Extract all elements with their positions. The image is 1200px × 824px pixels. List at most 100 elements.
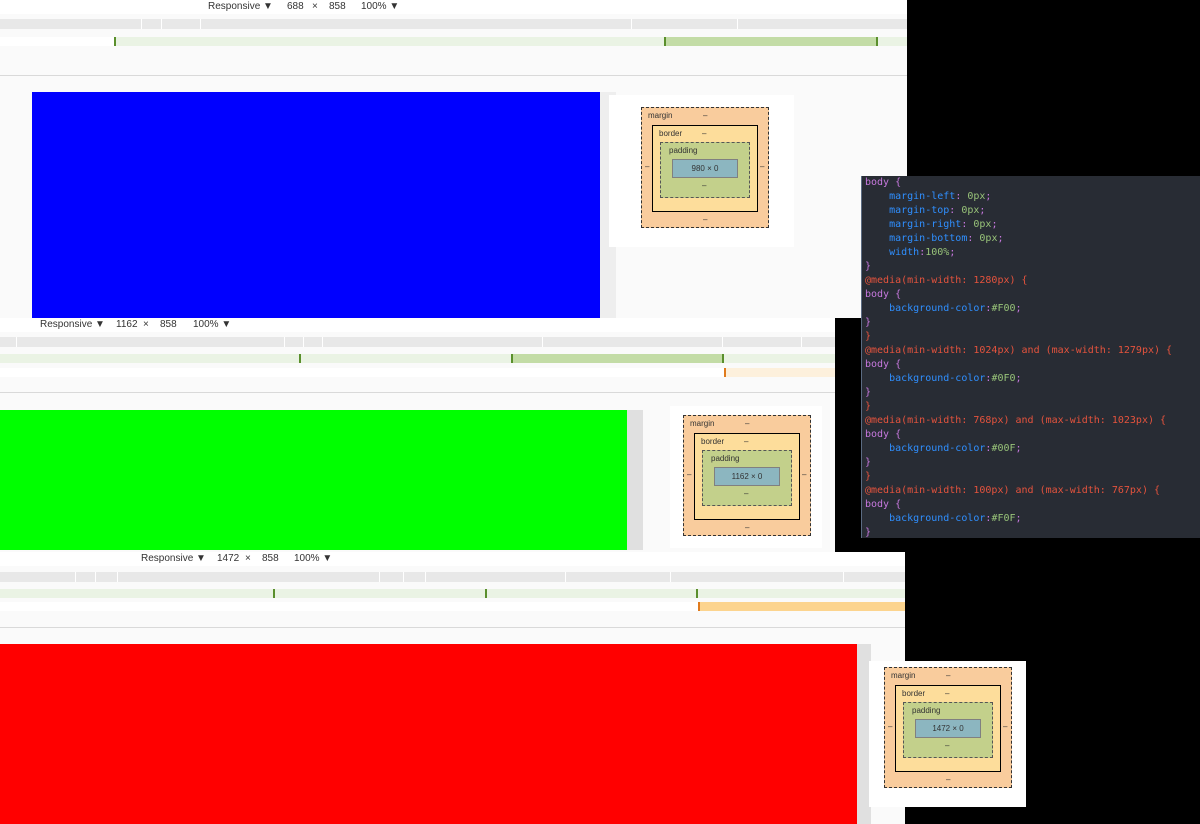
code-token: } bbox=[865, 471, 872, 482]
code-token: } bbox=[865, 401, 872, 412]
devtools-panel-3: Responsive ▼ 1472 × 858 100% ▼ bbox=[0, 552, 905, 824]
code-line: } bbox=[862, 400, 1200, 414]
code-token: #0F0 bbox=[991, 373, 1016, 384]
code-token: width bbox=[865, 247, 920, 258]
code-token: 100% bbox=[925, 247, 950, 258]
code-line: background-color:#0F0; bbox=[862, 372, 1200, 386]
code-line: body { bbox=[862, 428, 1200, 442]
code-line: @media(min-width: 100px) and (max-width:… bbox=[862, 484, 1200, 498]
code-token: : bbox=[967, 233, 980, 244]
device-toolbar: Responsive ▼ 1472 × 858 100% ▼ bbox=[0, 552, 905, 566]
code-token: { bbox=[889, 429, 902, 440]
media-query-bar-max[interactable] bbox=[0, 368, 835, 377]
code-token: { bbox=[889, 177, 902, 188]
code-line: @media(min-width: 1024px) and (max-width… bbox=[862, 344, 1200, 358]
code-token: ; bbox=[1015, 443, 1022, 454]
code-line: } bbox=[862, 316, 1200, 330]
code-token: @media(min-width: 1280px) { bbox=[865, 275, 1028, 286]
code-line: } bbox=[862, 386, 1200, 400]
code-token: : bbox=[949, 205, 962, 216]
viewport-width-input[interactable]: 688 bbox=[287, 1, 304, 12]
code-token: : bbox=[961, 219, 974, 230]
code-token: ; bbox=[997, 233, 1004, 244]
code-line: } bbox=[862, 456, 1200, 470]
code-token: margin-bottom bbox=[865, 233, 968, 244]
media-query-bar[interactable] bbox=[0, 37, 907, 46]
viewport-height-input[interactable]: 858 bbox=[262, 553, 279, 564]
code-token: } bbox=[865, 457, 872, 468]
code-token: 0px bbox=[973, 219, 992, 230]
code-line: } bbox=[862, 260, 1200, 274]
code-line: body { bbox=[862, 288, 1200, 302]
code-line: margin-left: 0px; bbox=[862, 190, 1200, 204]
code-token: @media(min-width: 100px) and (max-width:… bbox=[865, 485, 1161, 496]
code-token: } bbox=[865, 387, 872, 398]
code-token: ; bbox=[1015, 303, 1022, 314]
dimension-separator: × bbox=[143, 319, 149, 330]
code-token: body bbox=[865, 359, 890, 370]
zoom-dropdown[interactable]: 100% ▼ bbox=[193, 319, 231, 330]
viewport-height-input[interactable]: 858 bbox=[329, 1, 346, 12]
code-token: } bbox=[865, 317, 872, 328]
code-line: background-color:#F0F; bbox=[862, 512, 1200, 526]
ruler bbox=[0, 337, 835, 347]
code-token: { bbox=[889, 359, 902, 370]
code-token: ; bbox=[1015, 513, 1022, 524]
dropdown-icon: ▼ bbox=[221, 319, 232, 330]
devtools-panel-2: Responsive ▼ 1162 × 858 100% ▼ margin – … bbox=[0, 318, 835, 552]
zoom-dropdown[interactable]: 100% ▼ bbox=[294, 553, 332, 564]
viewport-width-input[interactable]: 1162 bbox=[116, 319, 138, 330]
code-token: #F0F bbox=[991, 513, 1016, 524]
code-token: ; bbox=[949, 247, 956, 258]
device-mode-dropdown[interactable]: Responsive ▼ bbox=[40, 319, 105, 330]
media-query-bar-max[interactable] bbox=[0, 602, 905, 611]
viewport-red bbox=[0, 644, 857, 824]
code-token: body bbox=[865, 499, 890, 510]
code-line: @media(min-width: 768px) and (max-width:… bbox=[862, 414, 1200, 428]
code-token: } bbox=[865, 527, 872, 538]
code-lines: body { margin-left: 0px; margin-top: 0px… bbox=[862, 176, 1200, 538]
dropdown-icon: ▼ bbox=[263, 1, 273, 12]
code-line: body { bbox=[862, 358, 1200, 372]
code-token: 0px bbox=[979, 233, 998, 244]
code-token: ; bbox=[985, 191, 992, 202]
viewport-green bbox=[0, 410, 627, 550]
code-token: body bbox=[865, 289, 890, 300]
code-token: #F00 bbox=[991, 303, 1016, 314]
code-token: 0px bbox=[967, 191, 986, 202]
code-token: } bbox=[865, 331, 872, 342]
dropdown-icon: ▼ bbox=[322, 553, 333, 564]
viewport-height-input[interactable]: 858 bbox=[160, 319, 177, 330]
css-code-editor[interactable]: body { margin-left: 0px; margin-top: 0px… bbox=[861, 176, 1200, 538]
code-line: background-color:#00F; bbox=[862, 442, 1200, 456]
viewport-blue bbox=[32, 92, 600, 318]
code-line: } bbox=[862, 330, 1200, 344]
dimension-separator: × bbox=[245, 553, 251, 564]
box-model-diagram: margin – – – – border – padding 980 × 0 … bbox=[609, 95, 794, 247]
code-token: body bbox=[865, 177, 890, 188]
media-query-bar[interactable] bbox=[0, 354, 835, 363]
code-line: margin-bottom: 0px; bbox=[862, 232, 1200, 246]
devtools-panel-1: Responsive ▼ 688 × 858 100% ▼ margin – –… bbox=[0, 0, 907, 318]
code-token: body bbox=[865, 429, 890, 440]
code-token: @media(min-width: 768px) and (max-width:… bbox=[865, 415, 1167, 426]
code-token: background-color bbox=[865, 303, 986, 314]
viewport-width-input[interactable]: 1472 bbox=[217, 553, 239, 564]
code-line: body { bbox=[862, 176, 1200, 190]
code-token: ; bbox=[991, 219, 998, 230]
code-line: @media(min-width: 1280px) { bbox=[862, 274, 1200, 288]
code-line: } bbox=[862, 470, 1200, 484]
device-mode-dropdown[interactable]: Responsive ▼ bbox=[208, 1, 273, 12]
dimension-separator: × bbox=[312, 1, 318, 12]
box-model-diagram: margin – – – – border – padding 1472 × 0… bbox=[869, 661, 1026, 807]
code-token: margin-top bbox=[865, 205, 950, 216]
box-model-diagram: margin – – – – border – padding 1162 × 0… bbox=[670, 406, 822, 548]
code-token: ; bbox=[979, 205, 986, 216]
media-query-bar[interactable] bbox=[0, 589, 905, 598]
device-toolbar: Responsive ▼ 688 × 858 100% ▼ bbox=[0, 0, 907, 14]
device-mode-dropdown[interactable]: Responsive ▼ bbox=[141, 553, 206, 564]
code-line: background-color:#F00; bbox=[862, 302, 1200, 316]
code-line: margin-top: 0px; bbox=[862, 204, 1200, 218]
zoom-dropdown[interactable]: 100% ▼ bbox=[361, 1, 399, 12]
device-toolbar: Responsive ▼ 1162 × 858 100% ▼ bbox=[0, 318, 835, 332]
